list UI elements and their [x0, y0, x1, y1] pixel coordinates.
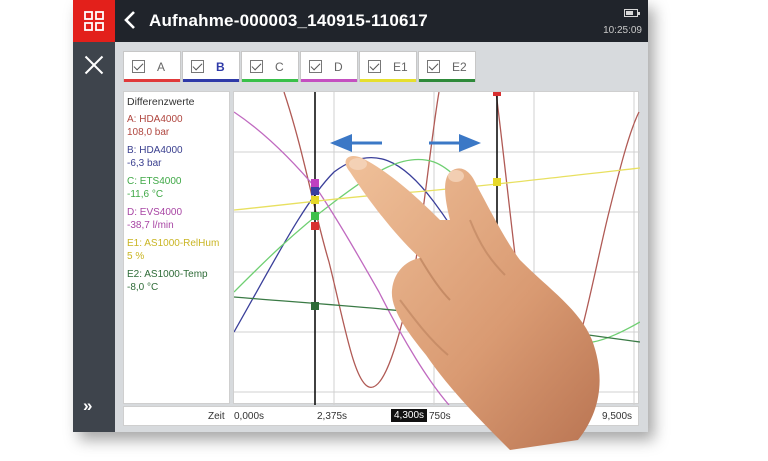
legend-item-name: B: HDA4000: [127, 145, 183, 156]
difference-values-panel: Differenzwerte A: HDA4000 108,0 bar B: HDA…: [123, 91, 230, 404]
legend-title: Differenzwerte: [127, 96, 195, 108]
channel-tabs: A B C D E1 E2: [123, 51, 476, 83]
legend-item-value: -6,3 bar: [127, 157, 162, 169]
tab-color-underline: [301, 79, 357, 82]
top-bar: Aufnahme-000003_140915-110617 10:25:09: [73, 0, 648, 42]
cursor-left-marker-a: [311, 222, 319, 230]
cursor-left-marker-b: [311, 187, 319, 195]
legend-item-name: C: ETS4000: [127, 176, 182, 187]
cursor-left-marker-c: [311, 212, 319, 220]
double-chevron-right-icon[interactable]: »: [83, 396, 92, 416]
checkbox[interactable]: [368, 60, 381, 73]
legend-item: A: HDA4000 108,0 bar: [127, 114, 226, 139]
checkbox[interactable]: [309, 60, 322, 73]
tab-channel-b[interactable]: B: [182, 51, 240, 82]
cursor-left-marker-e2: [311, 302, 319, 310]
axis-tick-label: 0,000s: [234, 411, 265, 422]
checkbox[interactable]: [191, 60, 204, 73]
legend-item-name: E1: AS1000-RelHum: [127, 238, 220, 249]
grid-icon: [84, 11, 104, 31]
page-title: Aufnahme-000003_140915-110617: [149, 11, 428, 30]
tab-label: E1: [393, 60, 408, 74]
hand-gesture-image: [330, 150, 620, 450]
tab-channel-e2[interactable]: E2: [418, 51, 476, 82]
tab-label: D: [334, 60, 343, 74]
cursor-left-marker-d: [311, 179, 319, 187]
legend-item: E2: AS1000-Temp -8,0 °C: [127, 269, 226, 294]
legend-item: E1: AS1000-RelHum 5 %: [127, 238, 226, 263]
tab-color-underline: [360, 79, 416, 82]
chevron-left-icon[interactable]: [123, 9, 137, 37]
legend-item-value: 108,0 bar: [127, 126, 170, 138]
close-icon[interactable]: [81, 52, 107, 78]
legend-item-value: -38,7 l/min: [127, 219, 174, 231]
tab-color-underline: [124, 79, 180, 82]
cursor-left-marker-e1: [311, 196, 319, 204]
tab-label: B: [216, 60, 225, 74]
menu-button[interactable]: [73, 0, 115, 42]
legend-item-value: -8,0 °C: [127, 281, 159, 293]
tab-channel-a[interactable]: A: [123, 51, 181, 82]
legend-item: D: EVS4000 -38,7 l/min: [127, 207, 226, 232]
legend-item-value: -11,6 °C: [127, 188, 164, 200]
tab-color-underline: [419, 79, 475, 82]
clock-time: 10:25:09: [603, 25, 642, 36]
checkbox[interactable]: [132, 60, 145, 73]
tab-channel-e1[interactable]: E1: [359, 51, 417, 82]
tab-channel-d[interactable]: D: [300, 51, 358, 82]
tab-color-underline: [242, 79, 298, 82]
legend-item-value: 5 %: [127, 250, 145, 262]
tab-label: A: [157, 60, 166, 74]
legend-item-name: A: HDA4000: [127, 114, 183, 125]
tab-label: E2: [452, 60, 467, 74]
tab-color-underline: [183, 79, 239, 82]
legend-item: B: HDA4000 -6,3 bar: [127, 145, 226, 170]
checkbox[interactable]: [250, 60, 263, 73]
cursor-right-marker-a: [493, 92, 501, 96]
tab-channel-c[interactable]: C: [241, 51, 299, 82]
legend-item: C: ETS4000 -11,6 °C: [127, 176, 226, 201]
tab-label: C: [275, 60, 284, 74]
legend-item-name: D: EVS4000: [127, 207, 183, 218]
battery-icon: [624, 9, 640, 17]
checkbox[interactable]: [427, 60, 440, 73]
axis-label: Zeit: [208, 411, 225, 422]
legend-item-name: E2: AS1000-Temp: [127, 269, 208, 280]
sidebar: »: [73, 42, 115, 432]
